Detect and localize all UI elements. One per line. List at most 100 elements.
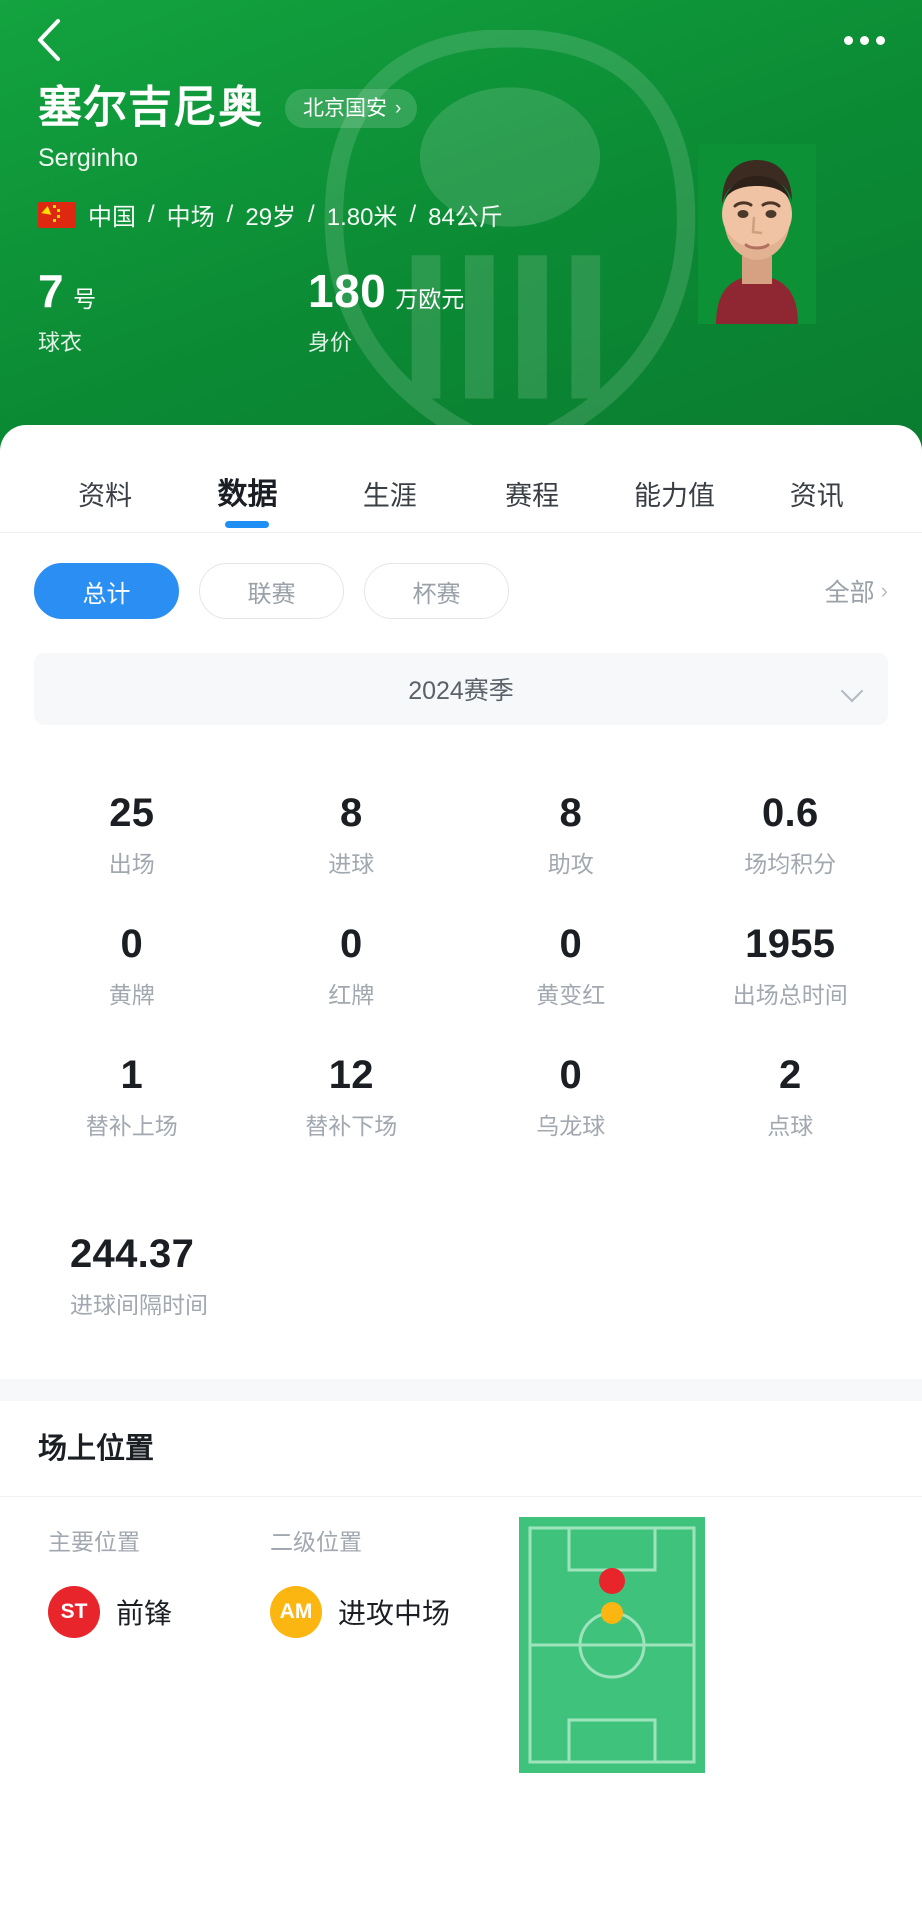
back-icon[interactable] <box>26 17 72 63</box>
stats-grid: 25 出场 8 进球 8 助攻 0.6 场均积分 0 黄牌 0 红牌 0 黄变红… <box>0 773 922 1166</box>
tab-fixtures[interactable]: 赛程 <box>461 483 603 532</box>
tab-data-label: 数据 <box>217 478 278 511</box>
secondary-position-dot <box>601 1602 623 1624</box>
filter-all-link[interactable]: 全部 › <box>825 573 888 609</box>
stat-empty-2 <box>461 1214 681 1345</box>
position-badge-am: AM <box>270 1586 322 1638</box>
primary-position-value: ST 前锋 <box>48 1586 270 1638</box>
more-horizontal-icon[interactable] <box>836 20 892 60</box>
stat-points-per-game: 0.6 场均积分 <box>681 773 901 904</box>
chip-league-label: 联赛 <box>247 580 296 608</box>
stat-subbed-off: 12 替补下场 <box>242 1035 462 1166</box>
position-badge-st: ST <box>48 1586 100 1638</box>
section-divider <box>0 1379 922 1401</box>
stat-label: 助攻 <box>547 851 594 877</box>
tab-bar: 资料 数据 生涯 赛程 能力值 资讯 <box>0 425 922 533</box>
meta-sep-2: / <box>226 200 234 228</box>
stat-value: 2 <box>778 1053 802 1097</box>
stat-label: 黄变红 <box>536 982 606 1008</box>
competition-filter-row: 总计 联赛 杯赛 全部 › <box>0 533 922 619</box>
tab-career-label: 生涯 <box>362 481 417 511</box>
name-row: 塞尔吉尼奥 北京国安 › <box>38 86 922 130</box>
secondary-position-name: 进攻中场 <box>338 1598 451 1629</box>
stat-subbed-on: 1 替补上场 <box>22 1035 242 1166</box>
chevron-right-icon: › <box>880 578 888 603</box>
kpi-shirt-unit: 号 <box>73 286 97 312</box>
stat-label: 红牌 <box>328 982 375 1008</box>
stat-yellow-cards: 0 黄牌 <box>22 904 242 1035</box>
player-portrait <box>698 144 816 324</box>
secondary-position-column: 二级位置 AM 进攻中场 <box>270 1531 492 1638</box>
stat-value: 8 <box>559 791 583 835</box>
tab-news[interactable]: 资讯 <box>746 483 888 532</box>
meta-sep-4: / <box>409 200 417 228</box>
position-columns: 主要位置 ST 前锋 二级位置 AM 进攻中场 <box>0 1531 922 1638</box>
kpi-value-number: 180 <box>308 265 387 317</box>
stat-value: 0 <box>339 922 363 966</box>
tab-career[interactable]: 生涯 <box>319 483 461 532</box>
stat-appearances: 25 出场 <box>22 773 242 904</box>
tab-profile[interactable]: 资料 <box>34 483 176 532</box>
tab-active-underline <box>225 521 270 528</box>
china-flag-icon <box>38 201 76 228</box>
position-section-title: 场上位置 <box>0 1401 922 1497</box>
stat-label: 出场 <box>108 851 155 877</box>
secondary-position-head: 二级位置 <box>270 1529 362 1555</box>
tab-ability[interactable]: 能力值 <box>603 483 745 532</box>
team-chip[interactable]: 北京国安 › <box>285 88 418 128</box>
chevron-down-icon <box>840 679 864 703</box>
stat-second-yellow: 0 黄变红 <box>461 904 681 1035</box>
stat-label: 替补上场 <box>85 1113 178 1139</box>
kpi-shirt-number: 7 号 球衣 <box>38 268 308 354</box>
primary-position-head: 主要位置 <box>48 1529 140 1555</box>
secondary-position-value: AM 进攻中场 <box>270 1586 492 1638</box>
stat-value: 0 <box>120 922 144 966</box>
stat-label: 进球间隔时间 <box>70 1292 208 1318</box>
stat-label: 乌龙球 <box>536 1113 606 1139</box>
kpi-value-unit: 万欧元 <box>395 286 465 312</box>
primary-position-dot <box>599 1568 625 1594</box>
meta-position: 中场 <box>166 204 215 231</box>
stat-penalties: 2 点球 <box>681 1035 901 1166</box>
stats-grid-last-row: 244.37 进球间隔时间 <box>0 1214 922 1345</box>
chip-total[interactable]: 总计 <box>34 563 179 619</box>
stat-red-cards: 0 红牌 <box>242 904 462 1035</box>
tab-ability-label: 能力值 <box>633 481 715 511</box>
position-section: 主要位置 ST 前锋 二级位置 AM 进攻中场 <box>0 1497 922 1817</box>
meta-weight: 84公斤 <box>428 204 503 231</box>
kpi-shirt-label: 球衣 <box>38 330 83 355</box>
stat-label: 进球 <box>328 851 375 877</box>
stat-label: 场均积分 <box>744 851 837 877</box>
tab-data[interactable]: 数据 <box>176 480 318 532</box>
primary-position-column: 主要位置 ST 前锋 <box>48 1531 270 1638</box>
primary-position-name: 前锋 <box>116 1598 173 1629</box>
stat-label: 黄牌 <box>108 982 155 1008</box>
stat-label: 出场总时间 <box>732 982 848 1008</box>
kpi-value-label: 身价 <box>308 330 353 355</box>
stat-minutes-per-goal: 244.37 进球间隔时间 <box>22 1214 242 1345</box>
player-name: 塞尔吉尼奥 <box>38 83 263 132</box>
stat-value: 1 <box>120 1053 144 1097</box>
stat-value: 244.37 <box>70 1232 195 1276</box>
football-pitch-diagram <box>519 1517 705 1773</box>
season-selector[interactable]: 2024赛季 <box>34 653 888 725</box>
meta-height: 1.80米 <box>326 204 398 231</box>
chip-league[interactable]: 联赛 <box>199 563 344 619</box>
stat-own-goals: 0 乌龙球 <box>461 1035 681 1166</box>
chip-cup[interactable]: 杯赛 <box>364 563 509 619</box>
stat-label: 替补下场 <box>305 1113 398 1139</box>
kpi-shirt-value: 7 <box>38 265 65 317</box>
stat-value: 12 <box>328 1053 374 1097</box>
profile-header: 塞尔吉尼奥 北京国安 › Serginho 中国 / 中场 / 29岁 / 1.… <box>0 0 922 455</box>
top-nav-bar <box>0 0 922 80</box>
stat-value: 1955 <box>745 922 836 966</box>
season-label: 2024赛季 <box>408 677 514 705</box>
stat-goals: 8 进球 <box>242 773 462 904</box>
chevron-right-icon: › <box>395 97 402 119</box>
team-name: 北京国安 <box>303 96 387 120</box>
stat-value: 25 <box>109 791 155 835</box>
stat-value: 0.6 <box>761 791 819 835</box>
meta-nationality: 中国 <box>88 204 136 231</box>
stat-value: 0 <box>559 922 583 966</box>
stat-empty-3 <box>681 1214 901 1345</box>
